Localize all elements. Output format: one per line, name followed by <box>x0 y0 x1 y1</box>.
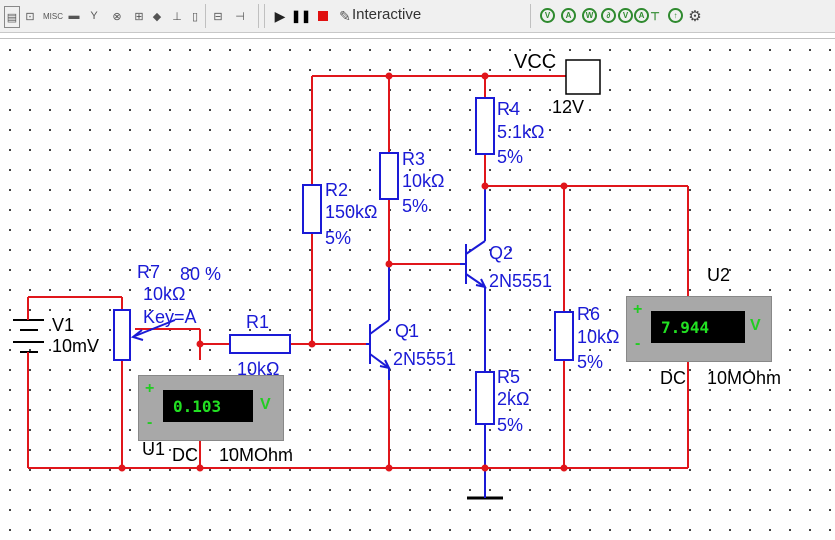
bus-icon[interactable]: ⊣ <box>232 6 248 26</box>
r4-value: 5.1kΩ <box>497 122 545 142</box>
schematic-canvas[interactable]: VCC 12V R4 5.1kΩ 5% R3 10kΩ 5% R2 150kΩ … <box>0 33 835 540</box>
q2-name: Q2 <box>489 243 514 263</box>
r4-name: R4 <box>497 99 521 119</box>
hierarchy-icon[interactable]: ⊟ <box>210 6 226 26</box>
u2-plus-terminal: + <box>633 301 643 318</box>
r6-name: R6 <box>577 304 601 324</box>
battery-icon[interactable]: ▯ <box>188 6 202 26</box>
r2-tolerance: 5% <box>325 228 352 248</box>
r4-tolerance: 5% <box>497 147 524 167</box>
q2-model: 2N5551 <box>489 271 553 291</box>
digital-probe-icon[interactable]: ⊤ <box>648 6 662 26</box>
electromech-icon[interactable]: ⊗ <box>108 6 126 26</box>
tag-icon[interactable]: ◆ <box>150 6 164 26</box>
vcc-symbol <box>565 59 601 95</box>
antenna-icon[interactable]: Y <box>86 6 102 26</box>
run-icon[interactable]: ▶ <box>272 6 288 26</box>
settings-gear-icon[interactable]: ⚙ <box>688 6 702 26</box>
u2-name: U2 <box>707 265 731 285</box>
r3-tolerance: 5% <box>402 196 429 216</box>
u2-display: 7.944 <box>651 311 745 343</box>
u1-unit: V <box>260 396 271 413</box>
v1-name: V1 <box>52 315 75 335</box>
pause-icon[interactable]: ❚❚ <box>291 6 311 26</box>
u1-name: U1 <box>142 439 166 459</box>
simulation-mode-label[interactable]: Interactive <box>352 6 421 23</box>
power-probe-icon[interactable]: W <box>582 8 597 23</box>
r6-value: 10kΩ <box>577 327 620 347</box>
q1-model: 2N5551 <box>393 349 457 369</box>
r7-name: R7 <box>137 262 161 282</box>
display-icon[interactable]: ▬ <box>66 6 82 26</box>
indicator-icon[interactable]: ⊡ <box>22 6 38 26</box>
toolbar: ▤ ⊡ MISC ▬ Y ⊗ ⊞ ◆ ⊥ ▯ ⊟ ⊣ ▶ ❚❚ ✎ Intera… <box>0 0 835 33</box>
voltage-ref-probe-icon[interactable]: V <box>618 8 633 23</box>
u1-display: 0.103 <box>163 390 253 422</box>
multimeter-u1[interactable]: + - 0.103 V <box>138 375 284 441</box>
multimeter-u2[interactable]: + - 7.944 V <box>626 296 772 362</box>
schematic-drawing <box>0 33 835 540</box>
r2-value: 150kΩ <box>325 202 378 222</box>
r7-key: Key=A <box>143 307 197 327</box>
transient-probe-icon[interactable]: ↑ <box>668 8 683 23</box>
r3-name: R3 <box>402 149 426 169</box>
differential-probe-icon[interactable]: ∂ <box>601 8 616 23</box>
r5-tolerance: 5% <box>497 415 524 435</box>
r6-tolerance: 5% <box>577 352 604 372</box>
stop-icon[interactable] <box>316 6 330 26</box>
r5-value: 2kΩ <box>497 389 530 409</box>
current-ref-probe-icon[interactable]: A <box>634 8 649 23</box>
u1-mode: DC <box>172 445 198 465</box>
vcc-label: VCC <box>514 51 557 73</box>
q1-name: Q1 <box>395 321 420 341</box>
resistor-r6 <box>554 311 574 361</box>
u1-minus-terminal: - <box>147 414 153 431</box>
r2-name: R2 <box>325 180 349 200</box>
r7-value: 10kΩ <box>143 284 186 304</box>
misc-button[interactable]: MISC <box>42 6 64 26</box>
r5-name: R5 <box>497 367 521 387</box>
r3-value: 10kΩ <box>402 171 445 191</box>
component-icon[interactable]: ▤ <box>4 6 20 28</box>
resistor-r2 <box>302 184 322 234</box>
u2-unit: V <box>750 317 761 334</box>
potentiometer-r7 <box>113 309 131 361</box>
r7-percent: 80 % <box>180 264 222 284</box>
resistor-r1 <box>229 334 291 354</box>
v1-value: 10mV <box>52 336 100 356</box>
wrench-icon[interactable]: ✎ <box>338 6 352 26</box>
current-probe-icon[interactable]: A <box>561 8 576 23</box>
resistor-r5 <box>475 371 495 425</box>
voltage-probe-icon[interactable]: V <box>540 8 555 23</box>
u2-minus-terminal: - <box>635 335 641 352</box>
u1-impedance: 10MOhm <box>219 445 294 465</box>
connector-icon[interactable]: ⊞ <box>130 6 148 26</box>
ground-icon[interactable]: ⊥ <box>170 6 184 26</box>
vcc-value: 12V <box>552 97 585 117</box>
resistor-r4 <box>475 97 495 155</box>
r1-name: R1 <box>246 312 270 332</box>
u1-plus-terminal: + <box>145 380 155 397</box>
resistor-r3 <box>379 152 399 200</box>
u2-impedance: 10MOhm <box>707 368 782 388</box>
u2-mode: DC <box>660 368 686 388</box>
